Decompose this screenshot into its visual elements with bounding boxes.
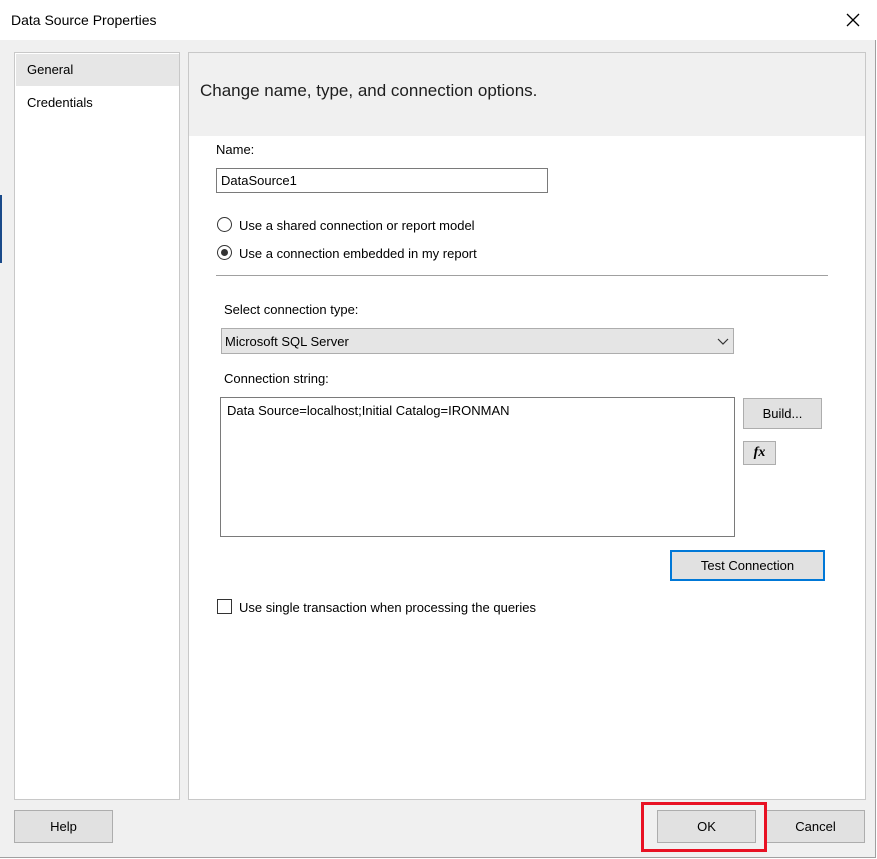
name-label: Name: (216, 142, 255, 157)
test-connection-button[interactable]: Test Connection (670, 550, 825, 581)
connection-string-label: Connection string: (224, 371, 329, 386)
chevron-down-icon (717, 338, 729, 345)
connection-type-label: Select connection type: (224, 302, 359, 317)
separator (216, 275, 828, 276)
connection-type-value: Microsoft SQL Server (225, 334, 349, 349)
dialog-window: Data Source Properties General Credentia… (0, 0, 876, 858)
single-transaction-label: Use single transaction when processing t… (239, 600, 537, 615)
name-input[interactable] (216, 168, 548, 193)
radio-selected-dot (221, 249, 228, 256)
radio-shared-label: Use a shared connection or report model (239, 218, 475, 233)
close-icon (846, 13, 860, 27)
cancel-button[interactable]: Cancel (766, 810, 865, 843)
content-header: Change name, type, and connection option… (189, 53, 865, 136)
build-button[interactable]: Build... (743, 398, 822, 429)
ok-highlight-annotation (641, 802, 767, 852)
title-bar: Data Source Properties (0, 0, 876, 40)
expression-button[interactable]: fx (743, 441, 776, 465)
connection-string-value: Data Source=localhost;Initial Catalog=IR… (227, 403, 510, 418)
content-panel: Change name, type, and connection option… (188, 52, 866, 800)
fx-icon: fx (753, 445, 766, 460)
page-title: Change name, type, and connection option… (200, 81, 538, 100)
window-title: Data Source Properties (11, 12, 157, 28)
window-edge-accent (0, 195, 2, 263)
connection-type-select[interactable]: Microsoft SQL Server (221, 328, 734, 354)
nav-item-credentials[interactable]: Credentials (16, 87, 179, 119)
nav-panel: General Credentials (14, 52, 180, 800)
radio-embedded-label: Use a connection embedded in my report (239, 246, 477, 261)
close-button[interactable] (830, 0, 876, 40)
radio-embedded-connection[interactable] (217, 245, 232, 260)
nav-item-general[interactable]: General (16, 54, 179, 86)
connection-string-input[interactable]: Data Source=localhost;Initial Catalog=IR… (220, 397, 735, 537)
help-button[interactable]: Help (14, 810, 113, 843)
single-transaction-checkbox[interactable] (217, 599, 232, 614)
radio-shared-connection[interactable] (217, 217, 232, 232)
